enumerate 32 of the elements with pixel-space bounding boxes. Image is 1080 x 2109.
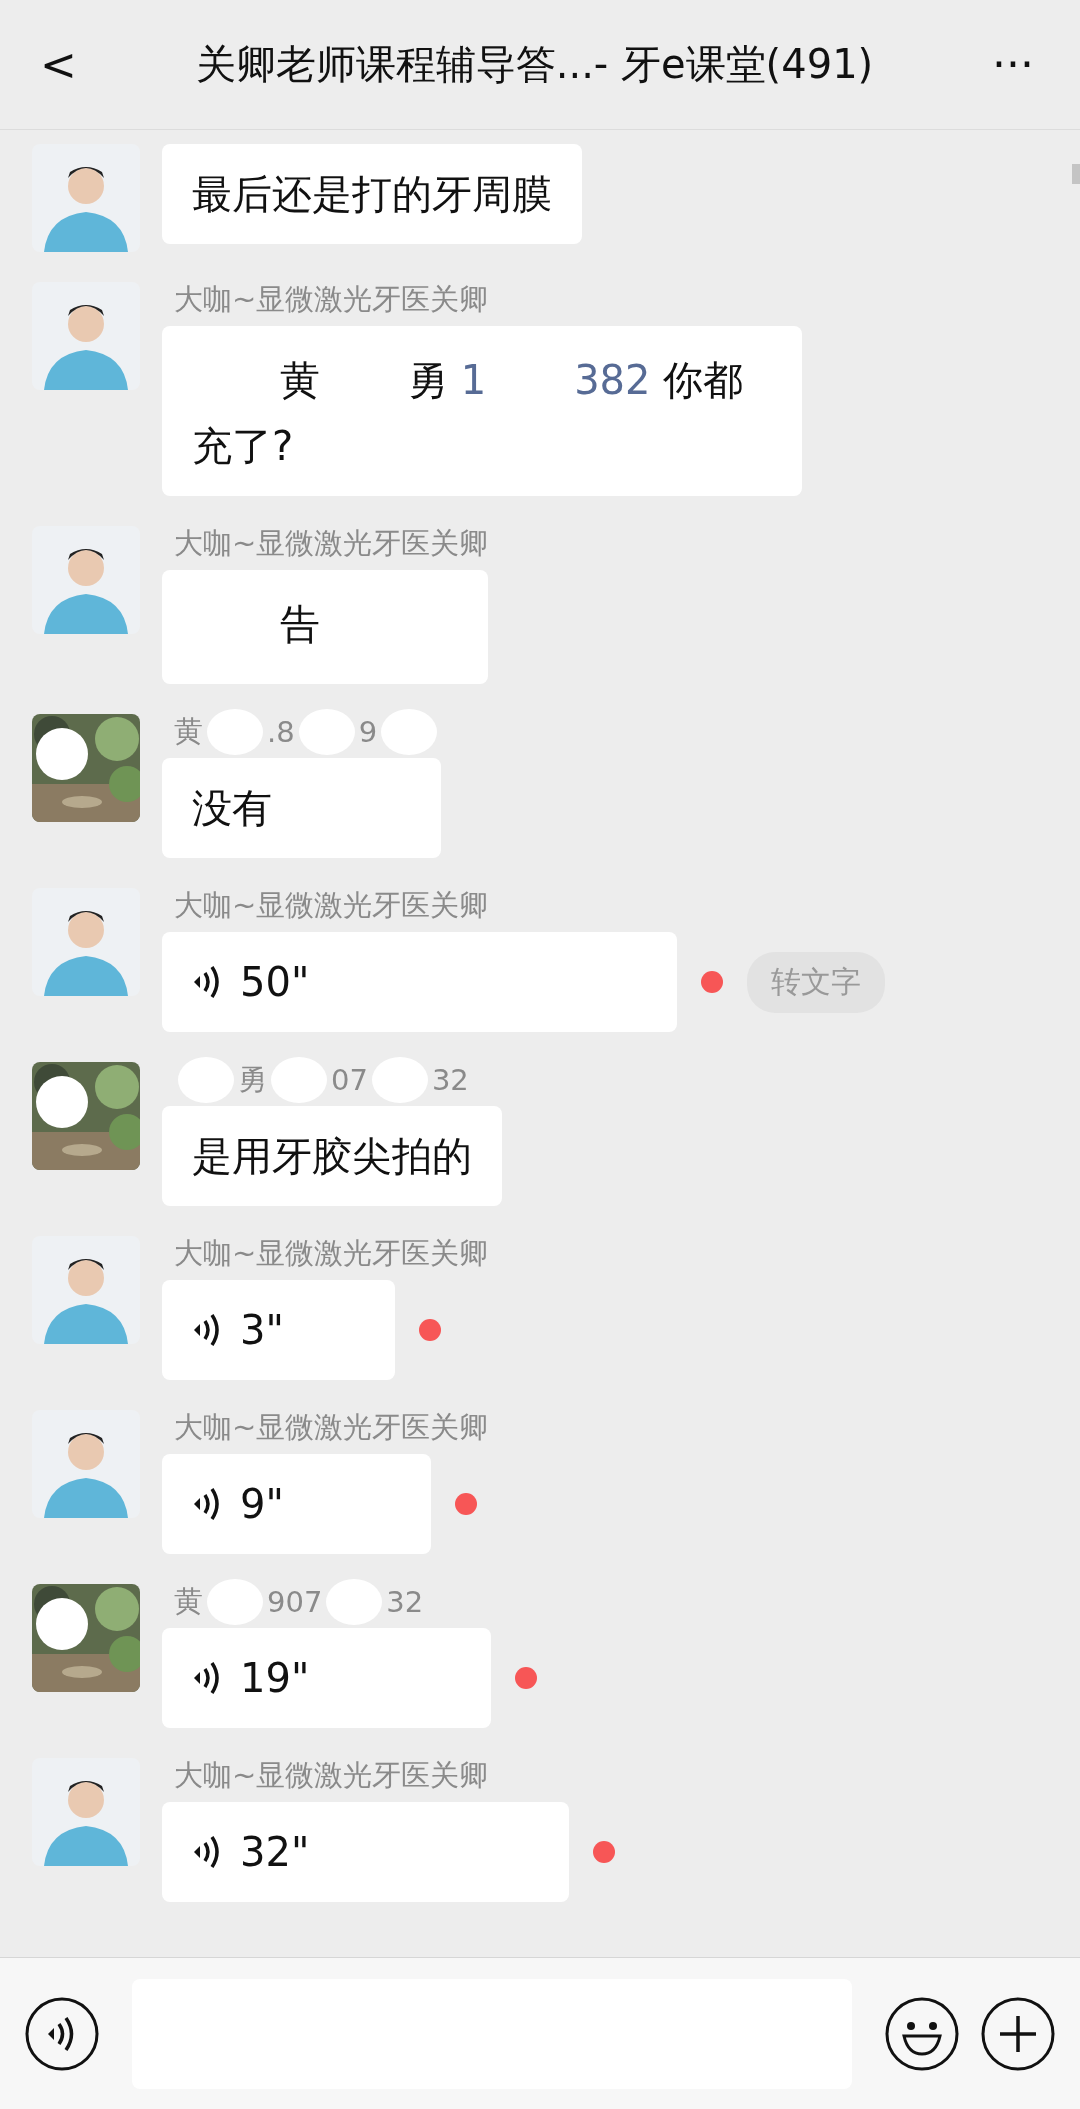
message-bubble: 是用牙胶尖拍的 bbox=[162, 1106, 502, 1206]
sender-name: 大咖~显微激光牙医关卿 bbox=[173, 888, 490, 924]
voice-message[interactable]: 19" bbox=[162, 1628, 491, 1728]
chat-title: 关卿老师课程辅导答...- 牙e课堂(491) bbox=[195, 40, 874, 89]
sender-name: 9 bbox=[358, 715, 378, 749]
more-button[interactable]: ··· bbox=[982, 39, 1044, 90]
voice-message[interactable]: 9" bbox=[162, 1454, 431, 1554]
sender-name: 大咖~显微激光牙医关卿 bbox=[173, 282, 490, 318]
sender-name: .8 bbox=[267, 715, 295, 749]
message-bubble: 告 bbox=[162, 570, 489, 684]
back-button[interactable]: < bbox=[30, 39, 87, 90]
scrollbar[interactable] bbox=[1072, 164, 1080, 184]
voice-message[interactable]: 3" bbox=[162, 1280, 395, 1380]
sender-name: 32 bbox=[386, 1585, 424, 1619]
message-bubble: 黄 勇 1 382 你都充了? bbox=[162, 326, 802, 496]
sender-name: 黄 bbox=[174, 713, 203, 750]
sender-name: 大咖~显微激光牙医关卿 bbox=[173, 1410, 489, 1446]
sender-name: 32 bbox=[431, 1063, 469, 1097]
add-button[interactable] bbox=[980, 1995, 1056, 2072]
message-bubble: 没有 bbox=[162, 758, 442, 858]
sender-name: 大咖~显微激光牙医关卿 bbox=[173, 526, 489, 562]
sender-name: 大咖~显微激光牙医关卿 bbox=[173, 1236, 489, 1272]
sender-name: 勇 bbox=[238, 1061, 267, 1098]
sender-name: 07 bbox=[331, 1063, 368, 1097]
voice-message[interactable]: 32" bbox=[162, 1802, 569, 1902]
voice-message[interactable]: 50" bbox=[162, 932, 677, 1032]
sender-name: 907 bbox=[267, 1585, 323, 1619]
voice-input-button[interactable] bbox=[24, 1995, 100, 2072]
sender-name: 黄 bbox=[174, 1583, 203, 1620]
emoji-button[interactable] bbox=[884, 1995, 960, 2072]
message-bubble: 最后还是打的牙周膜 bbox=[162, 144, 582, 244]
sender-name: 大咖~显微激光牙医关卿 bbox=[173, 1758, 490, 1794]
